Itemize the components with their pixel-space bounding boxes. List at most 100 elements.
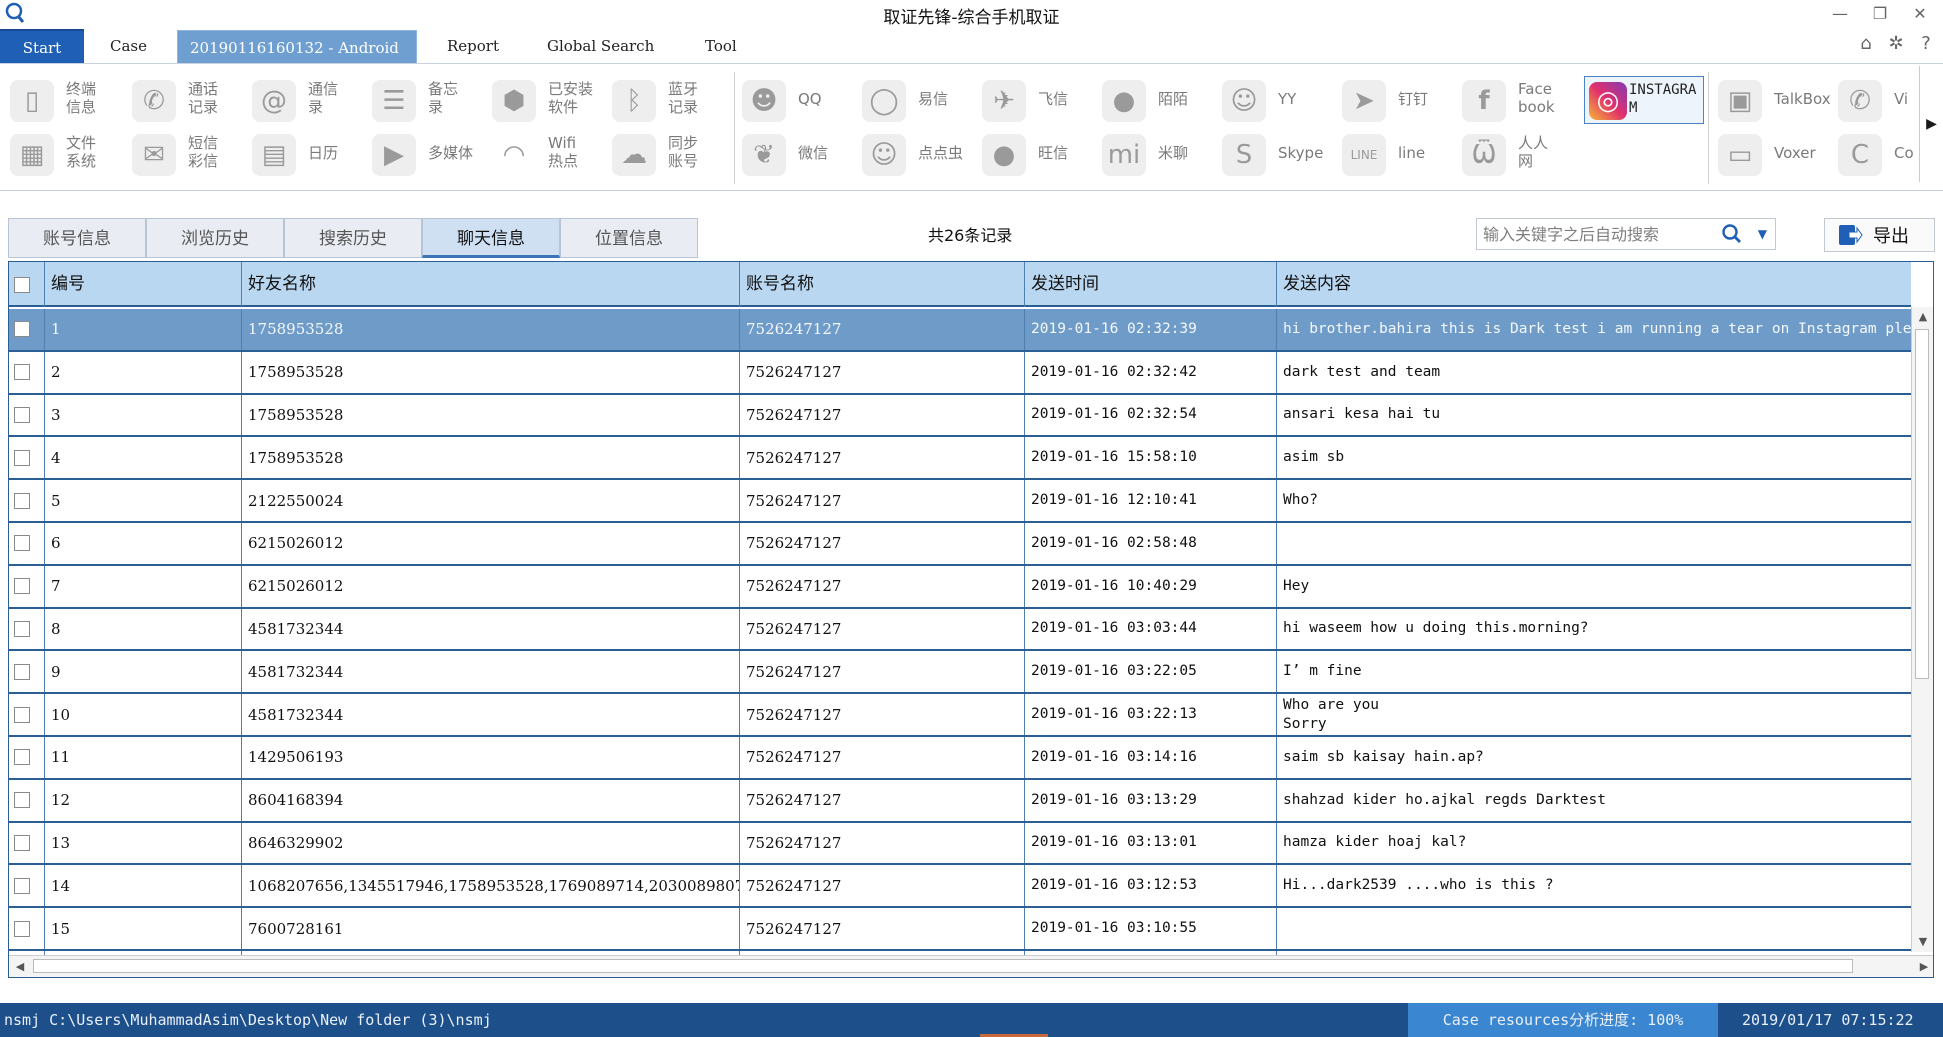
tool-bluetooth[interactable]: ᛒ 蓝牙 记录 xyxy=(608,76,726,124)
help-icon[interactable]: ? xyxy=(1915,33,1937,54)
column-header-time[interactable]: 发送时间 xyxy=(1025,262,1277,307)
table-row[interactable]: 14 1068207656,1345517946,1758953528,17690… xyxy=(9,865,1911,909)
row-checkbox-cell[interactable] xyxy=(9,480,45,521)
search-icon[interactable] xyxy=(1721,223,1743,245)
row-checkbox[interactable] xyxy=(14,364,30,381)
toolbar-scroll-right-icon[interactable]: ▶ xyxy=(1919,66,1943,182)
table-row[interactable]: 3 1758953528 7526247127 2019-01-16 02:32:54… xyxy=(9,394,1911,438)
tool-wangxin[interactable]: ● 旺信 xyxy=(978,130,1096,178)
row-checkbox-cell[interactable] xyxy=(9,351,45,393)
table-row[interactable]: 10 4581732344 7526247127 2019-01-16 03:22:1… xyxy=(9,694,1911,737)
tool-yy[interactable]: ☺ YY xyxy=(1218,76,1336,124)
row-checkbox[interactable] xyxy=(14,449,30,466)
table-row[interactable]: 7 6215026012 7526247127 2019-01-16 10:40:29… xyxy=(9,565,1911,609)
menu-case-tab[interactable]: 20190116160132 - Android xyxy=(177,30,417,63)
tool-renren[interactable]: Ѿ 人人 网 xyxy=(1458,130,1576,178)
tool-line[interactable]: LINE line xyxy=(1338,130,1456,178)
tool-yixin[interactable]: ◯ 易信 xyxy=(858,76,976,124)
row-checkbox[interactable] xyxy=(14,920,30,937)
tool-instagram[interactable]: ◎ INSTAGRA M xyxy=(1584,76,1704,124)
row-checkbox[interactable] xyxy=(14,492,30,509)
chevron-down-icon[interactable]: ▼ xyxy=(1758,223,1767,245)
scroll-right-icon[interactable]: ▶ xyxy=(1913,956,1933,977)
tool-skype[interactable]: S Skype xyxy=(1218,130,1336,178)
collapse-ribbon-icon[interactable]: ⌂ xyxy=(1855,33,1877,54)
row-checkbox[interactable] xyxy=(14,877,30,894)
tool-installed-apps[interactable]: ⬢ 已安装 软件 xyxy=(488,76,606,124)
tool-device-info[interactable]: ▯ 终端 信息 xyxy=(6,76,124,124)
tool-calendar[interactable]: ▤ 日历 xyxy=(248,130,366,178)
row-checkbox[interactable] xyxy=(14,620,30,637)
tool-sms[interactable]: ✉ 短信 彩信 xyxy=(128,130,246,178)
tool-wechat[interactable]: ❦ 微信 xyxy=(738,130,856,178)
tool-file-system[interactable]: ▦ 文件 系统 xyxy=(6,130,124,178)
tool-coco[interactable]: C Co xyxy=(1834,130,1916,178)
tool-qq[interactable]: ☻ QQ xyxy=(738,76,856,124)
select-all-checkbox[interactable] xyxy=(14,276,30,293)
tool-memo[interactable]: ☰ 备忘 录 xyxy=(368,76,486,124)
menu-global-search[interactable]: Global Search xyxy=(535,29,666,63)
table-row[interactable]: 15 7600728161 7526247127 2019-01-16 03:10:5… xyxy=(9,908,1911,951)
header-select-all[interactable] xyxy=(9,262,45,307)
close-icon[interactable]: ✕ xyxy=(1906,2,1934,26)
tool-facebook[interactable]: f Face book xyxy=(1458,76,1576,124)
table-row[interactable]: 13 8646329902 7526247127 2019-01-16 03:13:0… xyxy=(9,822,1911,866)
tool-cloud-sync[interactable]: ☁ 同步 账号 xyxy=(608,130,726,178)
tool-momo[interactable]: ● 陌陌 xyxy=(1098,76,1216,124)
settings-icon[interactable]: ✲ xyxy=(1885,33,1907,54)
menu-start[interactable]: Start xyxy=(0,29,84,63)
table-row[interactable]: 9 4581732344 7526247127 2019-01-16 03:22:05… xyxy=(9,651,1911,695)
search-input[interactable] xyxy=(1481,222,1711,246)
tab-search-history[interactable]: 搜索历史 xyxy=(284,218,422,258)
tool-call-log[interactable]: ✆ 通话 记录 xyxy=(128,76,246,124)
row-checkbox[interactable] xyxy=(14,749,30,766)
row-checkbox-cell[interactable] xyxy=(9,394,45,436)
restore-icon[interactable]: ❐ xyxy=(1866,2,1894,26)
tool-wifi[interactable]: ◠ Wifi 热点 xyxy=(488,130,606,178)
table-row[interactable]: 8 4581732344 7526247127 2019-01-16 03:03:44… xyxy=(9,608,1911,652)
table-row[interactable]: 2 1758953528 7526247127 2019-01-16 02:32:42… xyxy=(9,351,1911,395)
row-checkbox[interactable] xyxy=(14,834,30,851)
row-checkbox[interactable] xyxy=(14,663,30,680)
table-row[interactable]: 1 1758953528 7526247127 2019-01-16 02:32:39… xyxy=(9,309,1911,352)
table-row[interactable]: 4 1758953528 7526247127 2019-01-16 15:58:10… xyxy=(9,437,1911,481)
scroll-down-icon[interactable]: ▼ xyxy=(1912,932,1933,952)
row-checkbox[interactable] xyxy=(14,321,30,338)
row-checkbox-cell[interactable] xyxy=(9,737,45,778)
table-row[interactable]: 12 8604168394 7526247127 2019-01-16 03:13:2… xyxy=(9,779,1911,823)
row-checkbox-cell[interactable] xyxy=(9,437,45,479)
table-row[interactable]: 5 2122550024 7526247127 2019-01-16 12:10:41… xyxy=(9,480,1911,523)
tool-dingtalk[interactable]: ➤ 钉钉 xyxy=(1338,76,1456,124)
horizontal-scrollbar[interactable]: ◀ ▶ xyxy=(9,955,1933,977)
row-checkbox[interactable] xyxy=(14,535,30,552)
row-checkbox[interactable] xyxy=(14,706,30,723)
scrollbar-thumb[interactable] xyxy=(1915,329,1929,679)
column-header-content[interactable]: 发送内容 xyxy=(1277,262,1911,307)
table-row[interactable]: 11 1429506193 7526247127 2019-01-16 03:14:1… xyxy=(9,737,1911,780)
row-checkbox-cell[interactable] xyxy=(9,779,45,821)
tool-multimedia[interactable]: ▶ 多媒体 xyxy=(368,130,486,178)
row-checkbox[interactable] xyxy=(14,406,30,423)
tool-voxer[interactable]: ▭ Voxer xyxy=(1714,130,1832,178)
row-checkbox-cell[interactable] xyxy=(9,908,45,949)
row-checkbox-cell[interactable] xyxy=(9,608,45,650)
menu-case[interactable]: Case xyxy=(98,29,159,63)
column-header-account[interactable]: 账号名称 xyxy=(740,262,1025,307)
table-row[interactable]: 6 6215026012 7526247127 2019-01-16 02:58:48 xyxy=(9,523,1911,566)
vertical-scrollbar[interactable]: ▲ ▼ xyxy=(1911,307,1933,952)
scroll-left-icon[interactable]: ◀ xyxy=(9,956,31,977)
scrollbar-thumb[interactable] xyxy=(33,959,1853,973)
row-checkbox-cell[interactable] xyxy=(9,523,45,564)
tool-diandianchong[interactable]: ☺ 点点虫 xyxy=(858,130,976,178)
tab-browse-history[interactable]: 浏览历史 xyxy=(146,218,284,258)
tab-chat-info[interactable]: 聊天信息 xyxy=(422,218,560,258)
row-checkbox-cell[interactable] xyxy=(9,651,45,693)
row-checkbox[interactable] xyxy=(14,792,30,809)
export-button[interactable]: 导出 xyxy=(1824,218,1935,252)
row-checkbox-cell[interactable] xyxy=(9,694,45,735)
minimize-icon[interactable]: — xyxy=(1826,2,1854,26)
column-header-number[interactable]: 编号 xyxy=(45,262,242,307)
row-checkbox-cell[interactable] xyxy=(9,865,45,907)
tool-mitalk[interactable]: mi 米聊 xyxy=(1098,130,1216,178)
scroll-up-icon[interactable]: ▲ xyxy=(1912,307,1933,327)
